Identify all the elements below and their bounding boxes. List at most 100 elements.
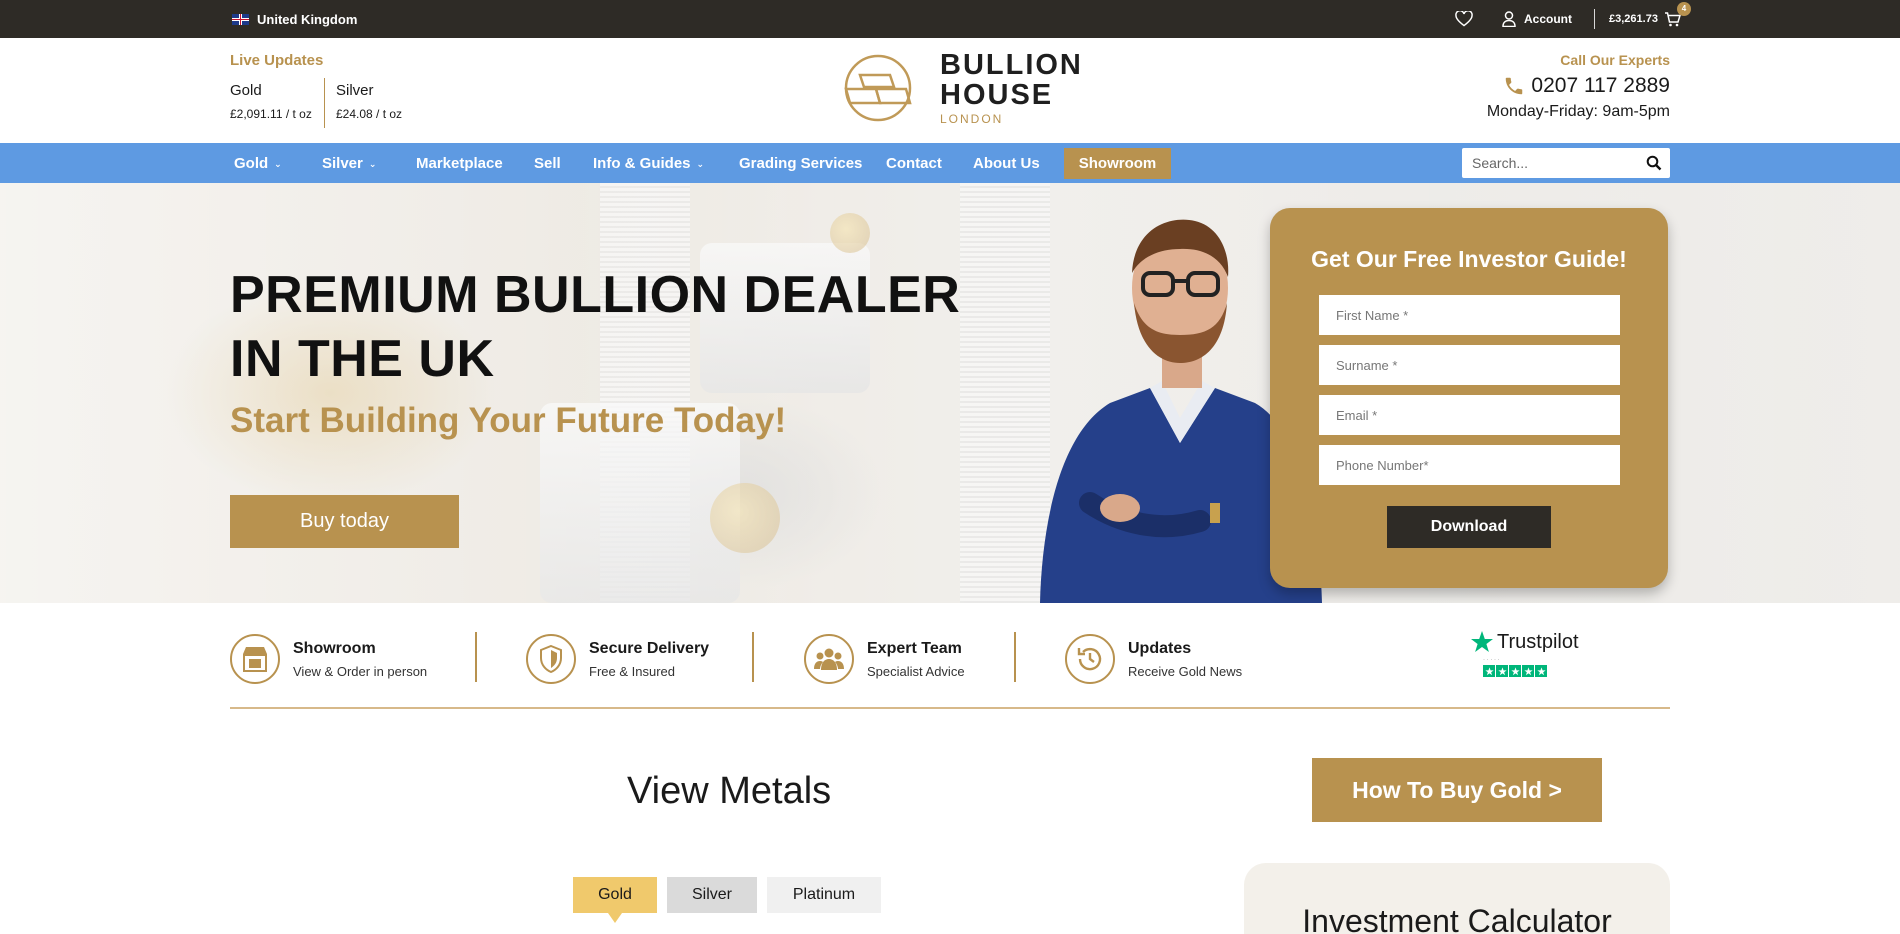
feature-showroom: Showroom View & Order in person [230, 634, 427, 684]
phone-icon [1506, 77, 1523, 95]
star-icon [1509, 665, 1521, 677]
trustpilot-widget[interactable]: Trustpilot · · · · · [1470, 630, 1579, 677]
divider [230, 707, 1670, 709]
nav-item-sell[interactable]: Sell [534, 143, 561, 183]
features-bar: Showroom View & Order in person Secure D… [230, 625, 1670, 709]
region-selector[interactable]: United Kingdom [232, 0, 357, 38]
tab-silver[interactable]: Silver [667, 877, 757, 913]
clock-icon [1065, 634, 1115, 684]
opening-hours: Monday-Friday: 9am-5pm [1486, 103, 1670, 120]
hero-subtitle: Start Building Your Future Today! [230, 401, 787, 440]
shield-icon [526, 634, 576, 684]
site-logo[interactable]: BULLION HOUSE LONDON [830, 50, 1083, 126]
star-icon [1522, 665, 1534, 677]
phone-field[interactable] [1319, 445, 1620, 485]
bullion-logo-icon [844, 54, 912, 122]
hero-title: PREMIUM BULLION DEALER IN THE UK [230, 266, 961, 388]
feature-subtitle: Receive Gold News [1128, 663, 1243, 679]
cart-total: £3,261.73 [1609, 13, 1658, 25]
nav-item-label: Marketplace [416, 154, 503, 172]
feature-secure-delivery: Secure Delivery Free & Insured [526, 634, 709, 684]
trustpilot-star-icon [1471, 631, 1493, 652]
phone-link[interactable]: 0207 117 2889 [1487, 74, 1670, 98]
nav-item-label: Contact [886, 154, 942, 172]
search-icon[interactable] [1646, 155, 1662, 171]
contact-block: Call Our Experts 0207 117 2889 Monday-Fr… [1487, 52, 1670, 121]
nav-showroom-button[interactable]: Showroom [1064, 148, 1171, 179]
nav-item-grading-services[interactable]: Grading Services [739, 143, 862, 183]
star-icon [1496, 665, 1508, 677]
feature-subtitle: Specialist Advice [867, 663, 965, 679]
region-label: United Kingdom [257, 11, 358, 27]
calculator-title: Investment Calculator [1302, 903, 1612, 934]
cart-button[interactable]: £3,261.73 4 [1609, 1, 1691, 27]
feature-updates: Updates Receive Gold News [1065, 634, 1242, 684]
download-button[interactable]: Download [1387, 506, 1551, 548]
how-to-buy-gold-button[interactable]: How To Buy Gold > [1312, 758, 1602, 822]
search-box [1462, 148, 1670, 178]
divider [324, 78, 325, 128]
tab-platinum[interactable]: Platinum [767, 877, 881, 913]
trustpilot-name: Trustpilot [1497, 630, 1579, 653]
surname-field[interactable] [1319, 345, 1620, 385]
star-icon [1483, 665, 1495, 677]
uk-flag-icon [232, 13, 249, 25]
logo-line-2: HOUSE [940, 79, 1054, 111]
price-metal-name: Gold [230, 82, 262, 99]
divider [475, 632, 477, 682]
nav-item-contact[interactable]: Contact [886, 143, 942, 183]
top-bar-actions: Account £3,261.73 4 [1452, 0, 1691, 38]
feature-subtitle: View & Order in person [293, 663, 428, 679]
nav-item-marketplace[interactable]: Marketplace [416, 143, 503, 183]
nav-item-label: Info & Guides [593, 154, 691, 172]
account-link[interactable]: Account [1502, 11, 1572, 27]
phone-number: 0207 117 2889 [1531, 74, 1670, 97]
logo-line-1: BULLION [940, 49, 1083, 81]
price-value: £24.08 / t oz [336, 107, 403, 121]
star-icon [1535, 665, 1547, 677]
buy-today-button[interactable]: Buy today [230, 495, 459, 548]
divider [752, 632, 754, 682]
feature-title: Expert Team [867, 639, 962, 657]
nav-item-about-us[interactable]: About Us [973, 143, 1040, 183]
nav-item-label: About Us [973, 154, 1040, 172]
first-name-field[interactable] [1319, 295, 1620, 335]
live-updates-title: Live Updates [230, 52, 324, 69]
nav-item-label: Silver [322, 154, 363, 172]
chevron-down-icon: ⌄ [368, 158, 377, 169]
feature-subtitle: Free & Insured [589, 663, 675, 679]
site-header: Live Updates Gold £2,091.11 / t oz Silve… [0, 38, 1900, 143]
feature-expert-team: Expert Team Specialist Advice [804, 634, 965, 684]
chevron-down-icon: ⌄ [274, 158, 282, 169]
nav-item-info-guides[interactable]: Info & Guides ⌄ [593, 143, 704, 183]
feature-title: Showroom [293, 639, 376, 657]
call-experts-title: Call Our Experts [1560, 52, 1670, 68]
silver-price: Silver £24.08 / t oz [336, 82, 402, 121]
nav-item-silver[interactable]: Silver ⌄ [322, 143, 376, 183]
team-icon [804, 634, 854, 684]
feature-title: Updates [1128, 639, 1192, 657]
nav-item-label: Gold [234, 154, 269, 172]
gold-price: Gold £2,091.11 / t oz [230, 82, 312, 121]
tab-gold[interactable]: Gold [573, 877, 657, 923]
email-field[interactable] [1319, 395, 1620, 435]
cart-count-badge: 4 [1676, 1, 1691, 16]
main-nav: Gold ⌄ Silver ⌄ Marketplace Sell Info & … [0, 143, 1900, 183]
nav-item-gold[interactable]: Gold ⌄ [234, 143, 282, 183]
wishlist-button[interactable] [1452, 7, 1476, 31]
trustpilot-rating [1483, 665, 1579, 677]
divider [1014, 632, 1016, 682]
investor-guide-form: Get Our Free Investor Guide! Download [1270, 208, 1668, 588]
search-input[interactable] [1472, 155, 1642, 171]
feature-title: Secure Delivery [589, 639, 710, 657]
trustpilot-meta: · · · · · [1483, 657, 1500, 663]
price-value: £2,091.11 / t oz [230, 107, 312, 121]
divider [1594, 9, 1595, 29]
chevron-down-icon: ⌄ [696, 158, 705, 169]
top-bar: United Kingdom Account £3,261.73 4 [0, 0, 1900, 38]
nav-item-label: Grading Services [739, 154, 863, 172]
nav-item-label: Sell [534, 154, 561, 172]
account-label: Account [1524, 12, 1572, 26]
investment-calculator-card: Investment Calculator [1244, 863, 1670, 934]
storefront-icon [230, 634, 280, 684]
